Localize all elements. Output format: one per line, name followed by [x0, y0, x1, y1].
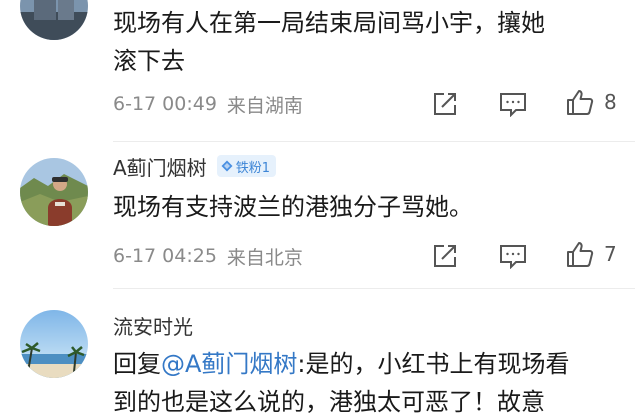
comment-button[interactable] — [499, 91, 527, 117]
like-button[interactable]: 7 — [566, 240, 617, 268]
like-button[interactable]: 8 — [566, 88, 617, 116]
share-button[interactable] — [432, 243, 458, 269]
comment-icon — [500, 245, 526, 269]
comment-meta: 6-17 04:25 来自北京 — [113, 241, 635, 271]
comment-icon — [500, 93, 526, 117]
like-count: 8 — [604, 90, 617, 114]
reply-prefix: 回复 — [113, 350, 161, 378]
like-icon — [567, 242, 594, 267]
comment-text: 现场有人在第一局结束局间骂小宇，攘她 — [113, 9, 545, 37]
comment-item: A蓟门烟树 铁粉1 现场有支持波兰的港独分子骂她。 6-17 04:25 来自北… — [0, 142, 635, 290]
comment-text: 回复@A蓟门烟树:是的，小红书上有现场看 — [113, 345, 625, 383]
comment-meta: 6-17 00:49 来自湖南 — [113, 89, 635, 119]
like-icon — [567, 90, 594, 115]
comment-item: 现场有人在第一局结束局间骂小宇，攘她 滚下去 6-17 00:49 来自湖南 8 — [0, 0, 635, 150]
comment-text: 到的也是这么说的，港独太可恶了！故意 — [113, 388, 545, 415]
username-text[interactable]: 流安时光 — [113, 311, 193, 340]
comment-location: 来自湖南 — [226, 94, 303, 117]
badge-label: 铁粉1 — [235, 160, 270, 176]
avatar[interactable] — [20, 158, 88, 226]
share-icon — [434, 245, 456, 267]
like-count: 7 — [604, 242, 617, 266]
share-button[interactable] — [432, 91, 458, 117]
comment-time: 6-17 04:25 — [113, 245, 217, 267]
comment-item: 流安时光 回复@A蓟门烟树:是的，小红书上有现场看 到的也是这么说的，港独太可恶… — [0, 289, 635, 415]
comment-time: 6-17 00:49 — [113, 93, 217, 115]
comment-button[interactable] — [499, 243, 527, 269]
username-text[interactable]: A蓟门烟树 — [113, 152, 207, 181]
reply-mention-link[interactable]: @A蓟门烟树 — [161, 350, 297, 378]
share-icon — [434, 93, 456, 115]
avatar[interactable] — [20, 0, 88, 40]
comment-text: 滚下去 — [113, 47, 185, 75]
fan-badge[interactable]: 铁粉1 — [216, 155, 276, 177]
comment-username[interactable]: 流安时光 — [113, 311, 625, 339]
comment-location: 来自北京 — [226, 246, 303, 269]
reply-text: :是的，小红书上有现场看 — [297, 350, 570, 378]
avatar[interactable] — [20, 310, 88, 378]
comment-username[interactable]: A蓟门烟树 铁粉1 — [113, 152, 625, 180]
comment-text: 现场有支持波兰的港独分子骂她。 — [113, 193, 473, 221]
diamond-icon — [221, 160, 233, 172]
